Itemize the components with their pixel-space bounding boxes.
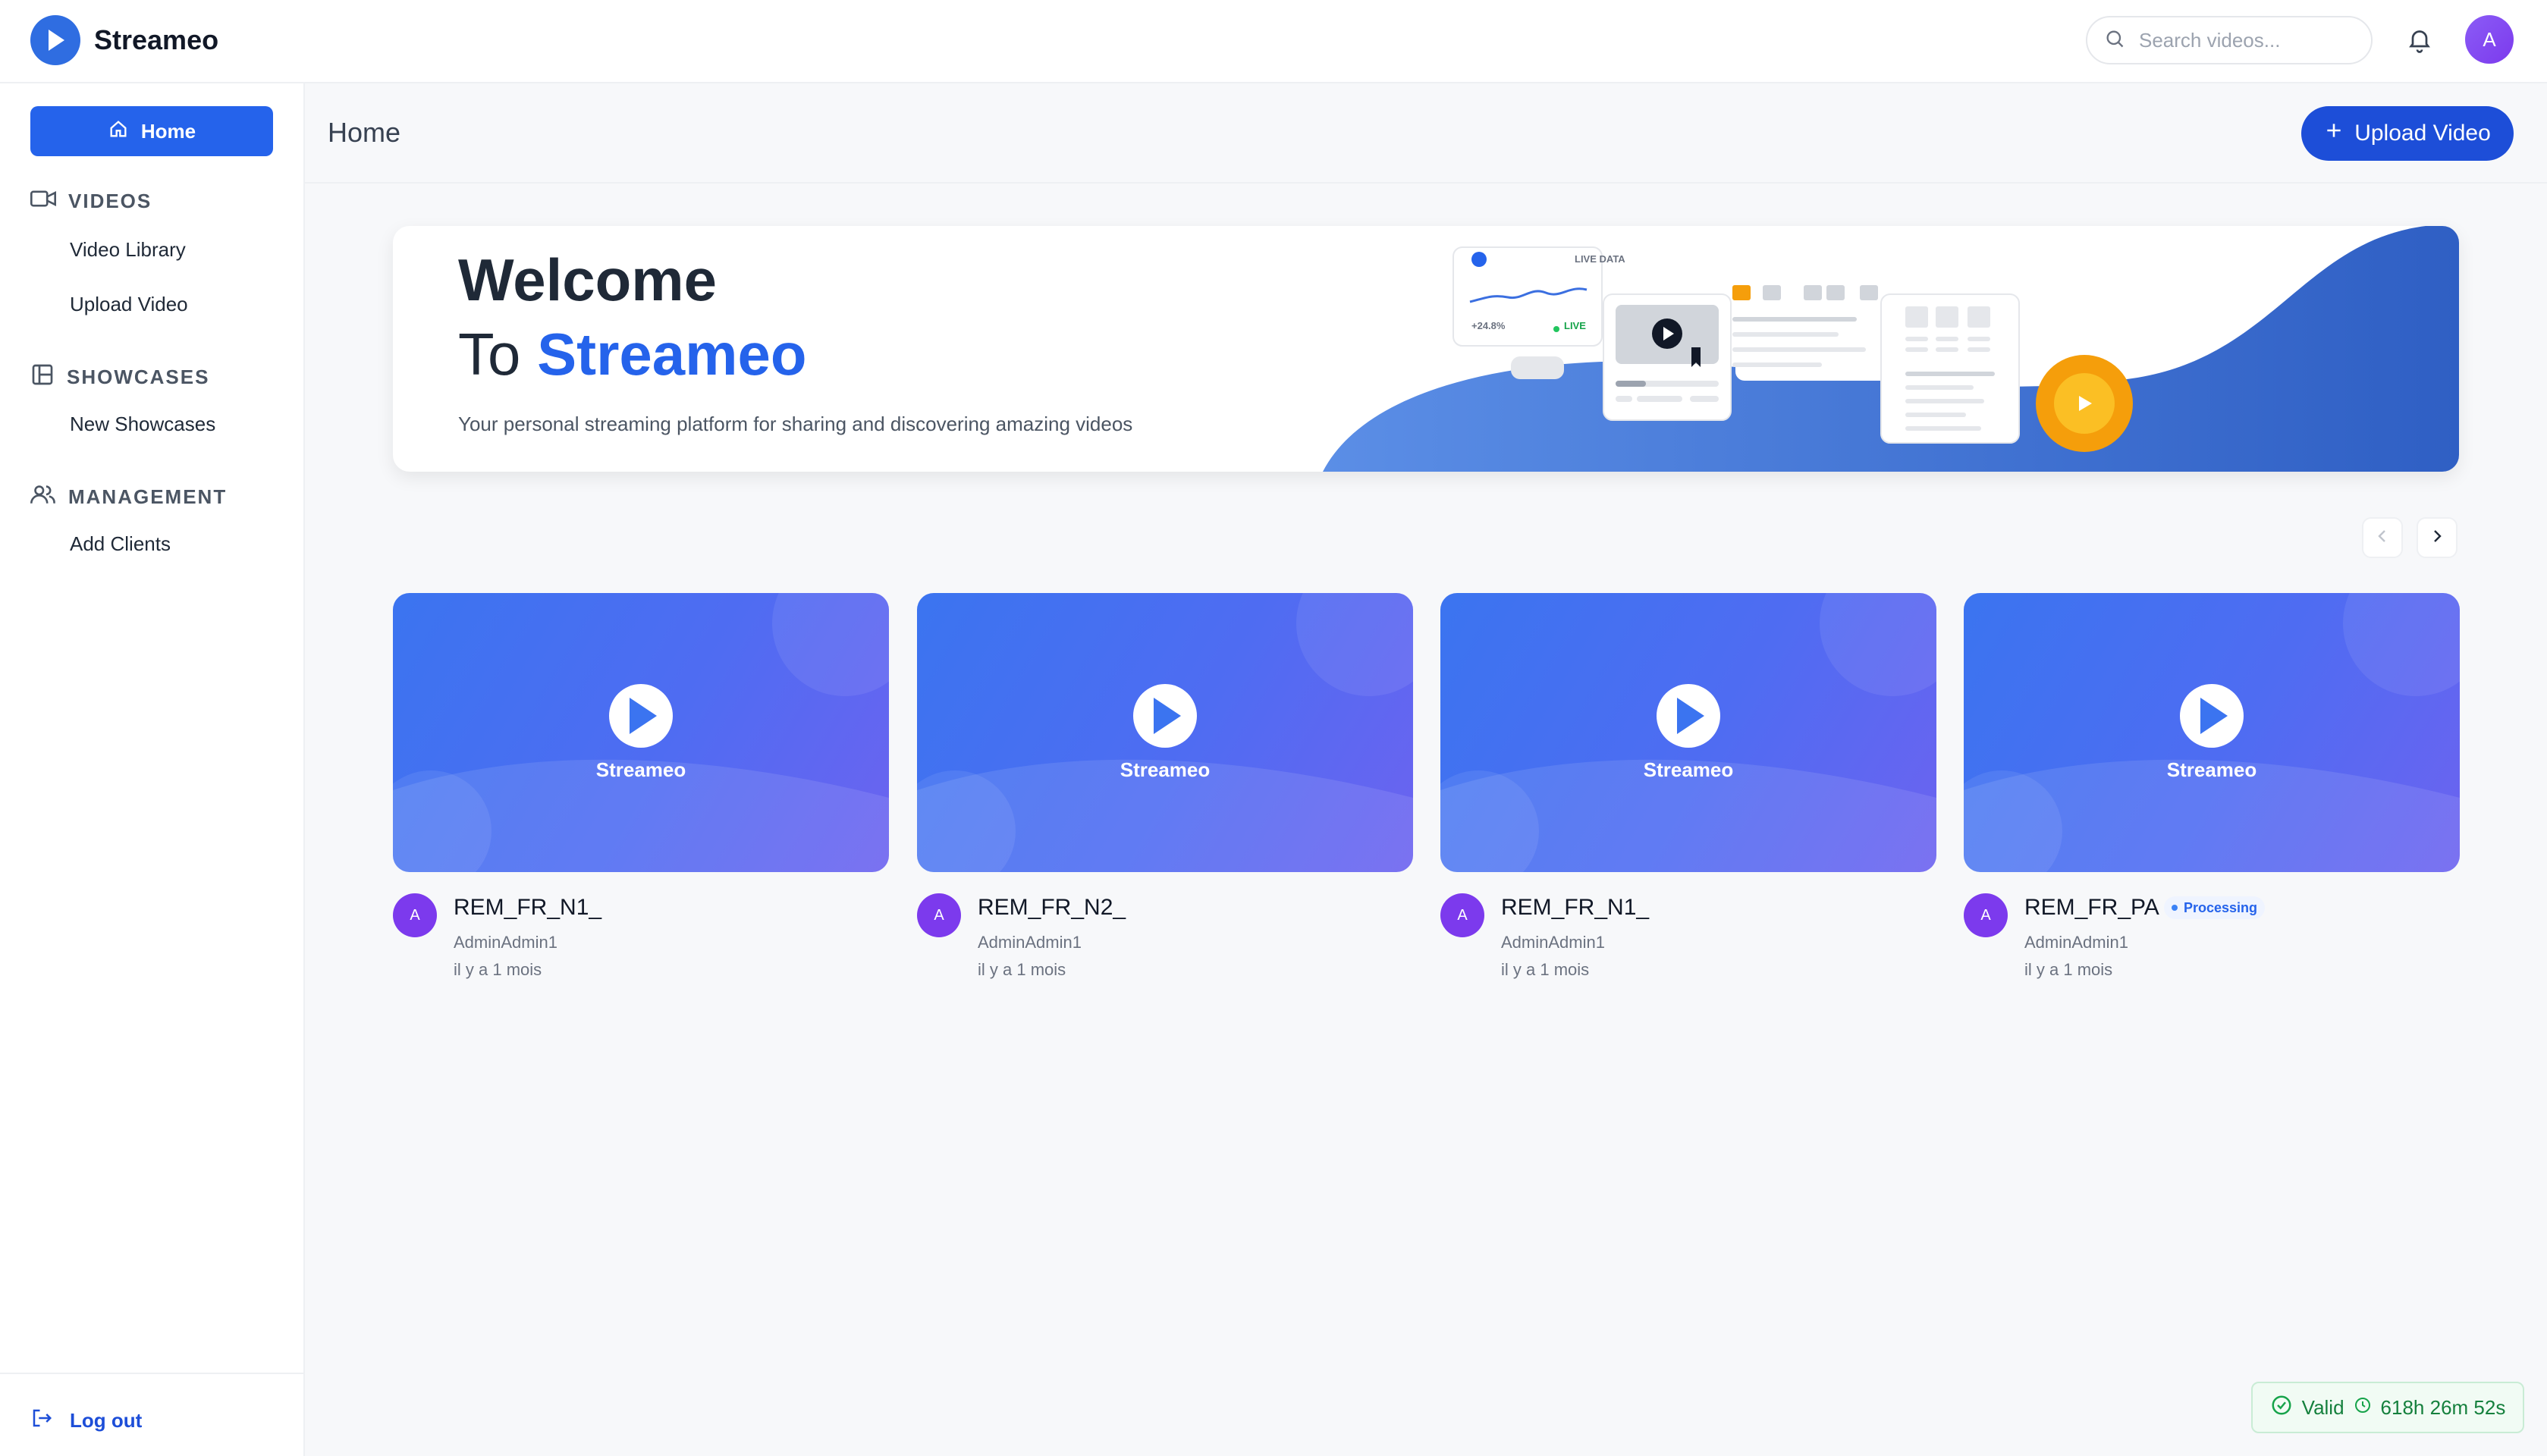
thumbnail-background-art [1964, 593, 2460, 872]
showcase-layout-icon [30, 362, 55, 392]
thumbnail-background-art [393, 593, 889, 872]
brand-name: Streameo [94, 24, 219, 55]
carousel-next-button[interactable] [2417, 517, 2457, 558]
logout-icon [30, 1407, 53, 1435]
search-input[interactable] [2139, 28, 2351, 52]
thumbnail-background-art [1440, 593, 1936, 872]
status-label: Valid [2301, 1395, 2344, 1419]
video-author: AdminAdmin1 [1501, 933, 1605, 952]
sidebar-item-label: Home [140, 119, 196, 143]
video-title[interactable]: REM_FR_N1_ [454, 895, 601, 921]
video-title[interactable]: REM_FR_N2_ [978, 895, 1126, 921]
status-timer: 618h 26m 52s [2380, 1395, 2506, 1419]
top-bar: Streameo A [0, 0, 2547, 83]
section-title: SHOWCASES [67, 366, 210, 388]
chevron-right-icon [2428, 527, 2446, 549]
video-thumbnail[interactable]: Streameo [393, 593, 889, 872]
avatar: A [393, 893, 437, 937]
sidebar-item-home[interactable]: Home [30, 106, 273, 156]
video-author: AdminAdmin1 [454, 933, 557, 952]
welcome-banner: LIVE DATA +24.8% LIVE Welcome To Streame… [393, 226, 2459, 472]
license-status-badge: Valid 618h 26m 52s [2251, 1382, 2524, 1433]
hero-subtitle: Your personal streaming platform for sha… [458, 413, 1133, 435]
chevron-left-icon [2373, 527, 2392, 549]
carousel-prev-button[interactable] [2362, 517, 2403, 558]
logout-button[interactable]: Log out [30, 1407, 142, 1435]
user-avatar[interactable]: A [2465, 15, 2514, 64]
video-camera-icon [30, 188, 56, 215]
section-showcases: SHOWCASES [30, 362, 209, 392]
thumbnail-watermark: Streameo [2166, 758, 2257, 781]
home-icon [108, 118, 129, 145]
plus-icon [2324, 121, 2344, 146]
section-title: MANAGEMENT [68, 485, 228, 508]
video-card[interactable]: Streameo A REM_FR_PAI1 Processing AdminA… [1964, 593, 2460, 979]
live-percent: +24.8% [1471, 320, 1506, 331]
video-timestamp: il y a 1 mois [2024, 960, 2113, 979]
video-timestamp: il y a 1 mois [454, 960, 542, 979]
avatar: A [917, 893, 961, 937]
thumbnail-background-art [917, 593, 1413, 872]
clock-icon [2354, 1396, 2372, 1420]
video-title[interactable]: REM_FR_PAI1 [2024, 895, 2161, 921]
video-title[interactable]: REM_FR_N1_ [1501, 895, 1649, 921]
users-icon [30, 482, 56, 512]
sidebar-item-video-library[interactable]: Video Library [70, 238, 186, 262]
page-title: Home [328, 117, 401, 148]
hero-heading-line1: Welcome [458, 246, 718, 313]
video-thumbnail[interactable]: Streameo [1440, 593, 1936, 872]
live-indicator: LIVE [1564, 320, 1586, 331]
upload-video-label: Upload Video [2354, 121, 2491, 146]
play-logo-icon [30, 15, 80, 65]
hero-heading-line2: To Streameo [458, 320, 807, 389]
section-management: MANAGEMENT [30, 482, 227, 512]
avatar: A [1964, 893, 2008, 937]
notification-bell-icon[interactable] [2403, 23, 2436, 56]
sidebar-item-add-clients[interactable]: Add Clients [70, 532, 171, 556]
processing-badge: Processing [2164, 896, 2266, 919]
video-card[interactable]: Streameo A REM_FR_N1_ AdminAdmin1 il y a… [1440, 593, 1936, 979]
upload-video-button[interactable]: Upload Video [2301, 106, 2514, 161]
sidebar: Home VIDEOS Video Library Upload Video S… [0, 83, 305, 1456]
thumbnail-watermark: Streameo [1120, 758, 1211, 781]
page-header: Home [305, 83, 2547, 184]
section-title: VIDEOS [68, 190, 152, 212]
video-author: AdminAdmin1 [978, 933, 1082, 952]
video-card[interactable]: Streameo A REM_FR_N2_ AdminAdmin1 il y a… [917, 593, 1413, 979]
thumbnail-watermark: Streameo [595, 758, 686, 781]
check-circle-icon [2270, 1394, 2293, 1422]
video-timestamp: il y a 1 mois [1501, 960, 1590, 979]
hero-heading-prefix: To [458, 321, 521, 388]
section-videos: VIDEOS [30, 188, 152, 215]
avatar: A [1440, 893, 1484, 937]
video-timestamp: il y a 1 mois [978, 960, 1066, 979]
search-icon [2104, 28, 2125, 53]
video-card[interactable]: Streameo A REM_FR_N1_ AdminAdmin1 il y a… [393, 593, 889, 979]
video-author: AdminAdmin1 [2024, 933, 2128, 952]
brand[interactable]: Streameo [30, 15, 218, 65]
sidebar-item-new-showcases[interactable]: New Showcases [70, 413, 215, 436]
sidebar-item-upload-video[interactable]: Upload Video [70, 293, 188, 316]
video-thumbnail[interactable]: Streameo [917, 593, 1413, 872]
thumbnail-watermark: Streameo [1643, 758, 1734, 781]
live-data-label: LIVE DATA [1575, 253, 1625, 265]
search-bar[interactable] [2086, 16, 2373, 64]
logout-label: Log out [70, 1409, 143, 1432]
hero-heading-accent: Streameo [537, 321, 807, 388]
video-thumbnail[interactable]: Streameo [1964, 593, 2460, 872]
